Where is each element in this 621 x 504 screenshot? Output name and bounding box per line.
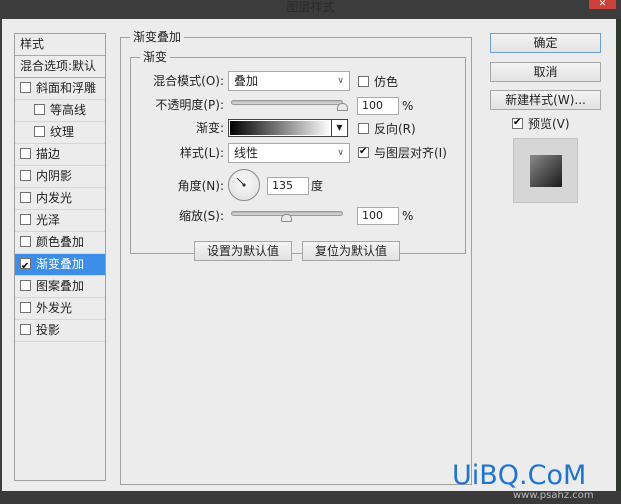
triangle-down-icon[interactable]: ▼ bbox=[331, 120, 347, 136]
style-item[interactable]: 斜面和浮雕 bbox=[15, 78, 105, 100]
checkbox-checked-icon[interactable] bbox=[20, 256, 31, 277]
blend-mode-label: 混合模式(O): bbox=[153, 74, 224, 88]
checkbox-icon[interactable] bbox=[20, 148, 31, 159]
style-item-label: 投影 bbox=[36, 323, 61, 337]
angle-label: 角度(N): bbox=[177, 179, 224, 193]
close-icon: ✕ bbox=[598, 0, 607, 9]
cancel-button[interactable]: 取消 bbox=[490, 62, 601, 82]
checkbox-icon[interactable] bbox=[34, 126, 45, 137]
style-item-label: 等高线 bbox=[50, 103, 87, 117]
style-item[interactable]: 内阴影 bbox=[15, 166, 105, 188]
style-item[interactable]: 投影 bbox=[15, 320, 105, 342]
style-item[interactable]: 图案叠加 bbox=[15, 276, 105, 298]
style-item[interactable]: 纹理 bbox=[15, 122, 105, 144]
scale-label: 缩放(S): bbox=[178, 209, 224, 223]
scale-slider-thumb[interactable] bbox=[281, 214, 292, 222]
make-default-button[interactable]: 设置为默认值 bbox=[194, 241, 292, 261]
checkbox-icon bbox=[358, 123, 369, 134]
scale-unit: % bbox=[402, 209, 414, 223]
styles-list: 样式 混合选项:默认 斜面和浮雕等高线纹理描边内阴影内发光光泽颜色叠加渐变叠加图… bbox=[14, 33, 106, 481]
style-item[interactable]: 内发光 bbox=[15, 188, 105, 210]
align-with-layer-label: 与图层对齐(I) bbox=[374, 146, 447, 160]
opacity-slider[interactable] bbox=[231, 100, 343, 105]
background-edge bbox=[616, 19, 621, 491]
checkbox-icon[interactable] bbox=[20, 236, 31, 247]
style-select[interactable]: 线性 ∨ bbox=[228, 143, 350, 163]
style-item-label: 图案叠加 bbox=[36, 279, 85, 293]
blend-mode-value: 叠加 bbox=[234, 74, 259, 88]
styles-header[interactable]: 样式 bbox=[15, 34, 105, 56]
reverse-label: 反向(R) bbox=[374, 122, 416, 136]
style-value: 线性 bbox=[234, 146, 259, 160]
style-item-label: 斜面和浮雕 bbox=[36, 81, 97, 95]
style-item-label: 外发光 bbox=[36, 301, 73, 315]
opacity-unit: % bbox=[402, 99, 414, 113]
style-item-label: 描边 bbox=[36, 147, 61, 161]
style-item[interactable]: 描边 bbox=[15, 144, 105, 166]
style-item-label: 内发光 bbox=[36, 191, 73, 205]
preview-swatch bbox=[530, 155, 562, 187]
checkbox-icon bbox=[358, 145, 369, 159]
blend-options-item[interactable]: 混合选项:默认 bbox=[15, 56, 105, 78]
checkbox-icon[interactable] bbox=[34, 104, 45, 115]
angle-input[interactable]: 135 bbox=[267, 177, 309, 195]
style-item-label: 纹理 bbox=[50, 125, 75, 139]
checkbox-icon bbox=[358, 76, 369, 87]
scale-input[interactable]: 100 bbox=[357, 207, 399, 225]
gradient-picker[interactable]: ▼ bbox=[228, 119, 348, 137]
gradient-preview[interactable] bbox=[230, 121, 331, 135]
blend-mode-select[interactable]: 叠加 ∨ bbox=[228, 71, 350, 91]
align-with-layer-checkbox[interactable]: 与图层对齐(I) bbox=[358, 145, 447, 160]
style-item[interactable]: 渐变叠加 bbox=[15, 254, 105, 277]
style-item[interactable]: 等高线 bbox=[15, 100, 105, 122]
window-title: 图层样式 bbox=[286, 0, 335, 14]
ok-button[interactable]: 确定 bbox=[490, 33, 601, 53]
angle-dial[interactable] bbox=[228, 169, 260, 201]
style-item[interactable]: 光泽 bbox=[15, 210, 105, 232]
checkbox-icon[interactable] bbox=[20, 324, 31, 335]
style-item-label: 光泽 bbox=[36, 213, 61, 227]
checkbox-icon[interactable] bbox=[20, 192, 31, 203]
reset-default-button[interactable]: 复位为默认值 bbox=[302, 241, 400, 261]
preview-checkbox[interactable]: 预览(V) bbox=[512, 116, 570, 131]
style-item-label: 内阴影 bbox=[36, 169, 73, 183]
checkbox-icon[interactable] bbox=[20, 214, 31, 225]
gradient-label: 渐变: bbox=[195, 121, 224, 135]
angle-needle-icon bbox=[236, 177, 246, 187]
layer-style-dialog: 样式 混合选项:默认 斜面和浮雕等高线纹理描边内阴影内发光光泽颜色叠加渐变叠加图… bbox=[2, 19, 616, 491]
style-item-label: 颜色叠加 bbox=[36, 235, 85, 249]
watermark-url: www.psahz.com bbox=[513, 490, 594, 501]
opacity-slider-thumb[interactable] bbox=[337, 103, 348, 111]
checkbox-icon[interactable] bbox=[20, 280, 31, 291]
style-preview bbox=[513, 138, 578, 203]
style-item[interactable]: 外发光 bbox=[15, 298, 105, 320]
chevron-down-icon: ∨ bbox=[337, 76, 344, 86]
gradient-subgroup-title: 渐变 bbox=[140, 50, 171, 64]
dither-checkbox[interactable]: 仿色 bbox=[358, 75, 398, 89]
chevron-down-icon: ∨ bbox=[337, 148, 344, 158]
opacity-input[interactable]: 100 bbox=[357, 97, 399, 115]
style-label: 样式(L): bbox=[179, 146, 224, 160]
checkbox-icon[interactable] bbox=[20, 302, 31, 313]
checkbox-icon[interactable] bbox=[20, 82, 31, 93]
new-style-button[interactable]: 新建样式(W)... bbox=[490, 90, 601, 110]
watermark-logo: UiBQ.CoM bbox=[452, 460, 587, 491]
dither-label: 仿色 bbox=[374, 75, 399, 89]
gradient-overlay-title: 渐变叠加 bbox=[130, 30, 185, 44]
checkbox-icon[interactable] bbox=[20, 170, 31, 181]
close-button[interactable]: ✕ bbox=[589, 0, 616, 9]
title-bar: 图层样式 ✕ bbox=[0, 0, 621, 18]
style-item-label: 渐变叠加 bbox=[36, 257, 85, 271]
angle-unit: 度 bbox=[311, 179, 324, 193]
reverse-checkbox[interactable]: 反向(R) bbox=[358, 122, 416, 136]
opacity-label: 不透明度(P): bbox=[155, 98, 224, 112]
checkbox-icon bbox=[512, 116, 523, 130]
preview-label: 预览(V) bbox=[528, 117, 570, 131]
style-item[interactable]: 颜色叠加 bbox=[15, 232, 105, 254]
